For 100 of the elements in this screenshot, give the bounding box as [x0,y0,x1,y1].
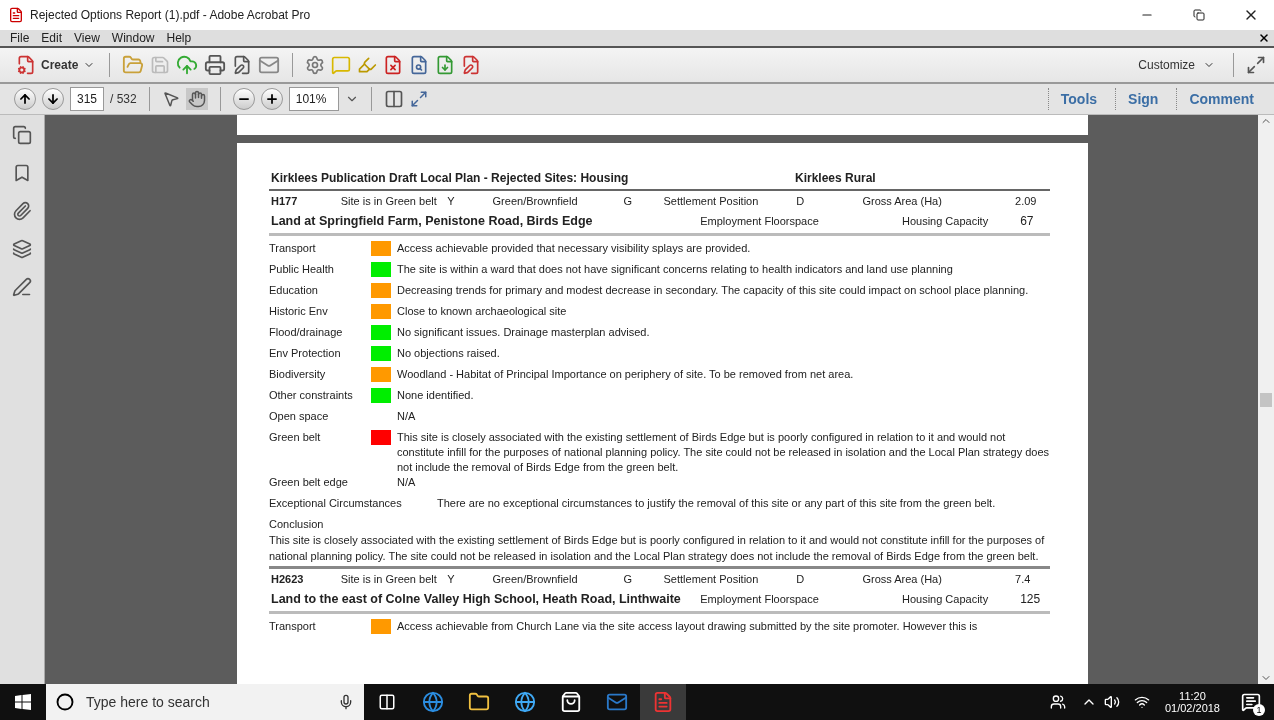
search-field[interactable]: Type here to search [84,693,328,711]
pdf-file-icon[interactable] [8,7,24,23]
conclusion-text: This site is closely associated with the existing settlement of Birds Edge but is poorly configured in relation to it and would not constitute infill for the purposes of national planning policy. The site could not be released in isolation and the Local Plan strategy does not include the removal of Birds Edge from the green belt. [269,533,1050,569]
settings-icon[interactable] [305,55,326,75]
cloud-upload-icon[interactable] [176,54,199,76]
restore-icon[interactable] [1193,9,1205,21]
criterion-text: N/A [397,409,417,424]
document-export-icon[interactable] [435,55,456,75]
pages-icon[interactable] [12,125,32,145]
browser-icon[interactable] [422,691,444,713]
print-icon[interactable] [204,54,227,76]
speaker-icon[interactable] [1103,694,1120,710]
menu-item[interactable]: View [68,31,106,45]
criterion-text: Woodland - Habitat of Principal Importance on periphery of site. To be removed from net area. [397,367,855,382]
field-value: 2.09 [1015,195,1038,207]
conclusion-label: Conclusion [269,517,325,532]
browser-icon[interactable] [514,691,536,713]
fit-width-icon[interactable] [383,89,404,109]
field-label: Settlement Position [663,195,760,207]
store-icon[interactable] [560,691,582,713]
criterion-label: Transport [269,241,317,256]
mail-icon[interactable] [606,691,628,713]
close-icon[interactable] [1258,32,1270,44]
notification-icon[interactable] [1241,692,1261,712]
next-page-button[interactable] [42,88,64,110]
mail-icon[interactable] [258,54,281,76]
wifi-icon[interactable] [1133,694,1150,710]
criterion-label: Education [269,283,319,298]
field-value: Y [447,195,456,207]
menu-item[interactable]: Edit [35,31,69,45]
hand-icon [187,90,206,108]
criterion-label: Historic Env [269,304,329,319]
create-document-icon [16,55,36,75]
window-title: Rejected Options Report (1).pdf - Adobe Acrobat Pro [30,8,312,22]
field-value: 7.4 [1015,573,1032,585]
document-search-icon[interactable] [409,55,430,75]
field-label: Housing Capacity [901,593,990,605]
clock-date[interactable]: 01/02/2018 [1164,702,1220,714]
pane-link[interactable]: Tools [1047,88,1110,110]
plus-icon [264,92,279,106]
criterion-text: The site is within a ward that does not have significant concerns relating to health indicators and land use planning [397,262,954,277]
site-name: Land to the east of Colne Valley High School, Heath Road, Linthwaite [271,592,682,606]
criterion-text: Close to known archaeological site [397,304,568,319]
field-label: Housing Capacity [901,215,990,227]
menu-item[interactable]: Help [160,31,198,45]
criterion-text: Decreasing trends for primary and modest decrease in secondary. The capacity of this site could impact on school place planning. [397,283,1030,298]
windows-logo-icon[interactable] [15,694,31,710]
people-icon[interactable] [1049,694,1066,710]
capacity-value: 67 [1020,214,1035,228]
criterion-label: Transport [269,619,317,634]
fit-page-icon[interactable] [409,90,428,108]
bookmark-icon[interactable] [12,163,32,183]
menu-item[interactable]: File [4,31,36,45]
task-view-icon[interactable] [378,693,396,711]
document-edit-icon[interactable] [461,55,482,75]
microphone-icon[interactable] [338,694,354,710]
page-count: / 532 [110,92,137,106]
folder-icon[interactable] [468,691,490,713]
field-value: D [796,573,806,585]
zoom-in-button[interactable] [260,88,283,110]
site-code: H177 [271,195,299,207]
customize-button[interactable]: Customize [1132,57,1221,73]
create-button[interactable]: Create [14,53,98,77]
criterion-text: This site is closely associated with the existing settlement of Birds Edge but is poorly configured in relation to it and would not constitute infill for the purposes of national planning policy. The site could not be released in isolation and the Local Plan strategy does not include the removal of Birds Edge from the green belt. [397,430,1050,475]
edit-document-icon[interactable] [232,55,253,75]
field-label: Gross Area (Ha) [862,573,943,585]
clock-time[interactable]: 11:20 [1179,690,1206,702]
search-box[interactable]: Type here to search [46,684,364,720]
menu-item[interactable]: Window [105,31,161,45]
field-label: Employment Floorspace [700,593,820,605]
attachment-icon[interactable] [12,201,32,221]
criterion-text: None identified. [397,388,475,403]
criterion-label: Env Protection [269,346,342,361]
criterion-text: Access achievable from Church Lane via the site access layout drawing submitted by the site promoter. However this is [397,619,979,634]
pane-link[interactable]: Comment [1176,88,1266,110]
report-area: Kirklees Rural [795,171,876,185]
select-cursor-icon[interactable] [161,90,180,108]
layers-icon[interactable] [12,239,32,259]
site-code: H2623 [271,573,305,585]
criterion-text: N/A [397,475,417,490]
document-delete-icon[interactable] [383,55,404,75]
hand-tool-button[interactable] [185,88,208,110]
zoom-out-button[interactable] [232,88,255,110]
full-screen-icon[interactable] [1246,55,1266,75]
pane-link[interactable]: Sign [1115,88,1171,110]
search-icon[interactable] [56,693,74,711]
criterion-text: No significant issues. Drainage masterplan advised. [397,325,651,340]
signature-icon[interactable] [12,277,32,297]
page-number-field[interactable]: 315 [70,87,104,111]
criterion-label: Green belt [269,430,322,445]
field-value: G [623,573,633,585]
notification-count: 1 [1253,704,1265,716]
previous-page-button[interactable] [14,88,36,110]
scrollbar-thumb[interactable] [1260,392,1272,407]
zoom-field[interactable]: 101% [288,87,339,111]
arrow-down-icon [46,92,60,106]
criterion-label: Biodiversity [269,367,327,382]
pdf-file-icon[interactable] [652,691,674,713]
field-value: Y [447,573,456,585]
field-label: Gross Area (Ha) [862,195,943,207]
